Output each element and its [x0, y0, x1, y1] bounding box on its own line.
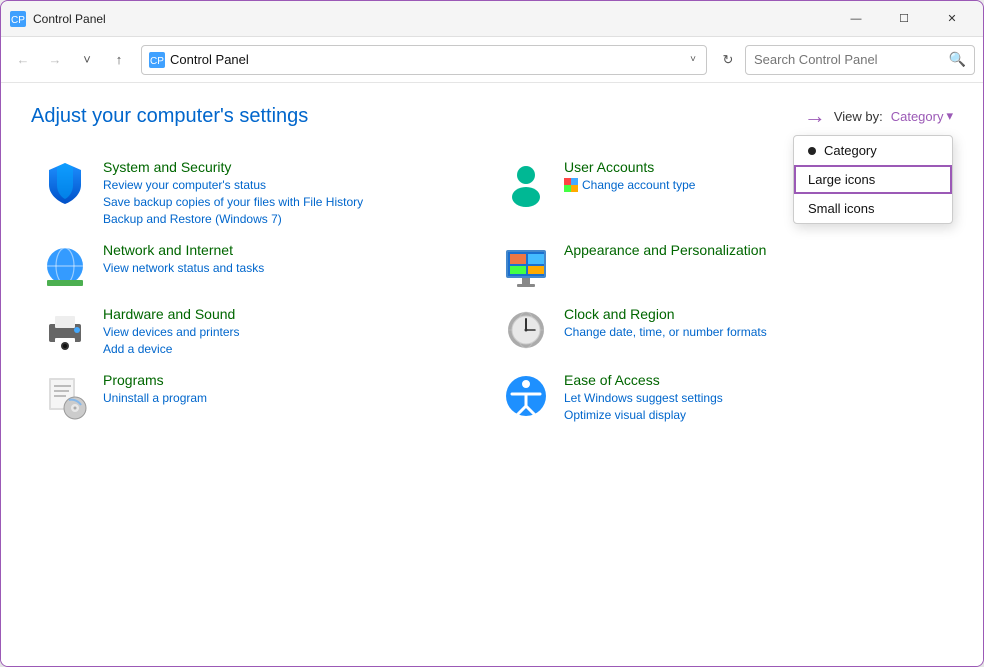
svg-text:CP: CP [11, 15, 25, 26]
address-bar-icon: CP [148, 51, 166, 69]
hardware-sound-title[interactable]: Hardware and Sound [103, 306, 240, 322]
view-by-arrow-icon: → [804, 103, 826, 129]
hardware-sound-link-2[interactable]: Add a device [103, 342, 240, 356]
dropdown-item-small-icons[interactable]: Small icons [794, 194, 952, 223]
dropdown-item-small-icons-label: Small icons [808, 201, 874, 216]
hardware-sound-icon [41, 306, 89, 354]
main-content: Adjust your computer's settings → View b… [1, 83, 983, 666]
nav-bar: ← → ˅ ↑ CP Control Panel ˅ ↻ 🔍 [1, 37, 983, 83]
view-by-label: View by: [834, 109, 883, 124]
dropdown-item-large-icons[interactable]: Large icons [794, 165, 952, 194]
category-programs[interactable]: Programs Uninstall a program [31, 366, 492, 428]
title-bar-text: Control Panel [33, 12, 827, 26]
category-ease-access[interactable]: Ease of Access Let Windows suggest setti… [492, 366, 953, 428]
title-bar-buttons: — ☐ ✕ [833, 4, 975, 34]
system-security-link-2[interactable]: Save backup copies of your files with Fi… [103, 195, 363, 209]
page-header: Adjust your computer's settings → View b… [31, 103, 953, 129]
up-button[interactable]: ↑ [105, 46, 133, 74]
system-security-title[interactable]: System and Security [103, 159, 363, 175]
user-accounts-text: User Accounts Change account type [564, 159, 695, 192]
maximize-button[interactable]: ☐ [881, 4, 927, 34]
programs-link-1[interactable]: Uninstall a program [103, 391, 207, 405]
title-bar-app-icon: CP [9, 10, 27, 28]
minimize-button[interactable]: — [833, 4, 879, 34]
page-title: Adjust your computer's settings [31, 105, 308, 128]
ease-access-link-2[interactable]: Optimize visual display [564, 408, 723, 422]
dropdown-item-category-label: Category [824, 143, 877, 158]
forward-button[interactable]: → [41, 46, 69, 74]
svg-text:CP: CP [150, 56, 164, 67]
title-bar: CP Control Panel — ☐ ✕ [1, 1, 983, 37]
search-input[interactable] [754, 52, 945, 67]
programs-icon [41, 372, 89, 420]
search-button[interactable]: 🔍 [949, 51, 966, 68]
user-accounts-link-1[interactable]: Change account type [582, 178, 695, 192]
category-clock-region[interactable]: Clock and Region Change date, time, or n… [492, 300, 953, 362]
user-accounts-icon [502, 159, 550, 207]
category-network-internet[interactable]: Network and Internet View network status… [31, 236, 492, 296]
appearance-icon [502, 242, 550, 290]
ease-access-link-1[interactable]: Let Windows suggest settings [564, 391, 723, 405]
close-button[interactable]: ✕ [929, 4, 975, 34]
change-account-shield-icon [564, 178, 578, 192]
address-dropdown-button[interactable]: ˅ [686, 52, 700, 67]
category-hardware-sound[interactable]: Hardware and Sound View devices and prin… [31, 300, 492, 362]
clock-region-link-1[interactable]: Change date, time, or number formats [564, 325, 767, 339]
system-security-link-1[interactable]: Review your computer's status [103, 178, 363, 192]
network-internet-text: Network and Internet View network status… [103, 242, 264, 275]
nav-dropdown-button[interactable]: ˅ [73, 46, 101, 74]
category-system-security[interactable]: System and Security Review your computer… [31, 153, 492, 232]
view-by-area: → View by: Category ▾ [804, 103, 953, 129]
hardware-sound-text: Hardware and Sound View devices and prin… [103, 306, 240, 356]
system-security-link-3[interactable]: Backup and Restore (Windows 7) [103, 212, 363, 226]
clock-region-text: Clock and Region Change date, time, or n… [564, 306, 767, 339]
control-panel-window: CP Control Panel — ☐ ✕ ← → ˅ ↑ CP Contro… [0, 0, 984, 667]
view-by-dropdown-button[interactable]: Category ▾ [891, 108, 953, 124]
view-by-arrow: ▾ [946, 108, 953, 124]
ease-access-icon [502, 372, 550, 420]
bullet-icon [808, 147, 816, 155]
view-by-dropdown-menu: Category Large icons Small icons [793, 135, 953, 224]
view-by-value: Category [891, 109, 944, 124]
network-internet-title[interactable]: Network and Internet [103, 242, 264, 258]
hardware-sound-link-1[interactable]: View devices and printers [103, 325, 240, 339]
refresh-button[interactable]: ↻ [715, 47, 741, 73]
address-bar: CP Control Panel ˅ [141, 45, 707, 75]
back-button[interactable]: ← [9, 46, 37, 74]
dropdown-item-large-icons-label: Large icons [808, 172, 875, 187]
appearance-text: Appearance and Personalization [564, 242, 766, 258]
network-internet-icon [41, 242, 89, 290]
address-bar-text: Control Panel [170, 52, 682, 67]
programs-title[interactable]: Programs [103, 372, 207, 388]
programs-text: Programs Uninstall a program [103, 372, 207, 405]
network-internet-link-1[interactable]: View network status and tasks [103, 261, 264, 275]
clock-region-title[interactable]: Clock and Region [564, 306, 767, 322]
ease-access-title[interactable]: Ease of Access [564, 372, 723, 388]
appearance-title[interactable]: Appearance and Personalization [564, 242, 766, 258]
system-security-text: System and Security Review your computer… [103, 159, 363, 226]
clock-region-icon [502, 306, 550, 354]
category-appearance[interactable]: Appearance and Personalization [492, 236, 953, 296]
search-bar: 🔍 [745, 45, 975, 75]
user-accounts-title[interactable]: User Accounts [564, 159, 695, 175]
ease-access-text: Ease of Access Let Windows suggest setti… [564, 372, 723, 422]
system-security-icon [41, 159, 89, 207]
dropdown-item-category[interactable]: Category [794, 136, 952, 165]
